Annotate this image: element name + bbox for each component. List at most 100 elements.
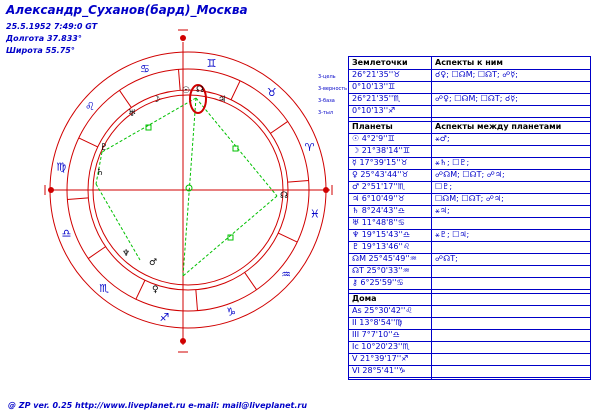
cell-right: ⚹♄; ☐♇;: [435, 158, 470, 167]
cell-left: Планеты: [352, 122, 393, 131]
planet-glyph: ☉: [182, 86, 190, 96]
sign-boundary: [135, 280, 146, 300]
side-label-4: 3-тыл: [318, 110, 334, 116]
section-header: Планеты Аспекты между планетами: [349, 121, 590, 133]
axis-left-marker-icon: [48, 187, 54, 193]
cell-left: 0°10'13''♐: [352, 106, 396, 115]
sign-boundary: [244, 272, 257, 291]
sign-boundary: [87, 246, 106, 259]
side-label-2: 3-верность: [318, 86, 348, 92]
planet-glyph: ♀: [152, 285, 159, 295]
cell-right: ⚹♃;: [435, 206, 450, 215]
column-divider: [431, 57, 432, 379]
table-divider: [349, 377, 590, 378]
table-row: ☿ 17°39'15''♉ ⚹♄; ☐♇;: [349, 157, 590, 169]
cell-right: ☐♇;: [435, 182, 453, 191]
cell-left: ♀ 25°43'44''♉: [352, 170, 409, 179]
cell-right: ☍☊M; ☐☊T; ☍♃;: [435, 170, 505, 179]
zodiac-sign-glyph: ♓: [310, 208, 320, 221]
sign-boundary: [195, 289, 198, 311]
cell-left: ♇ 19°13'46''♌: [352, 242, 411, 251]
cell-left: Дома: [352, 294, 377, 303]
table-row: 0°10'13''♊: [349, 81, 590, 93]
side-label-3: 3-база: [318, 98, 335, 104]
sign-boundary: [178, 69, 181, 91]
cell-left: VI 28°5'41''♑: [352, 366, 406, 375]
cell-left: ☿ 17°39'15''♉: [352, 158, 408, 167]
cell-left: 0°10'13''♊: [352, 82, 396, 91]
section-header: Землеточки Аспекты к ним: [349, 57, 590, 69]
table-row: 26°21'35''♉ ☌♀; ☐☊M; ☐☊T; ☍☿;: [349, 69, 590, 81]
table-row: VI 28°5'41''♑: [349, 365, 590, 377]
cell-right: Аспекты к ним: [435, 58, 503, 67]
cell-right: ⚹♂;: [435, 134, 450, 143]
zodiac-sign-glyph: ♎: [61, 227, 71, 240]
zodiac-sign-glyph: ♑: [226, 306, 236, 319]
cell-right: ☌♀; ☐☊M; ☐☊T; ☍☿;: [435, 70, 518, 79]
sign-boundary: [287, 180, 309, 183]
cell-left: Ic 10°20'23''♏: [352, 342, 410, 351]
table-row: III 7°7'10''♎: [349, 329, 590, 341]
cell-left: ♅ 11°48'8''♋: [352, 218, 405, 227]
cell-right: ☍♀; ☐☊M; ☐☊T; ☌☿;: [435, 94, 518, 103]
table-row: V 21°39'17''♐: [349, 353, 590, 365]
table-row: ♆ 19°15'43''♎ ⚹♇; ☐♃;: [349, 229, 590, 241]
zodiac-sign-glyph: ♋: [140, 62, 150, 75]
cell-left: ☽ 21°38'14''♊: [352, 146, 411, 155]
table-divider: [349, 117, 590, 118]
cell-right: ☐☊M; ☐☊T; ☍♃;: [435, 194, 504, 203]
cell-left: As 25°30'42''♌: [352, 306, 413, 315]
cell-right: Аспекты между планетами: [435, 122, 562, 131]
cell-left: ♃ 6°10'49''♉: [352, 194, 405, 203]
planet-glyph: ☽: [152, 95, 160, 105]
cell-left: ⚷ 6°25'59''♋: [352, 278, 404, 287]
cell-left: 26°21'35''♉: [352, 70, 401, 79]
axis-top-marker-icon: [180, 35, 186, 41]
zodiac-sign-glyph: ♊: [207, 57, 217, 70]
table-row: ♀ 25°43'44''♉ ☍☊M; ☐☊T; ☍♃;: [349, 169, 590, 181]
cell-left: ♄ 8°24'43''♎: [352, 206, 405, 215]
zodiac-sign-glyph: ♌: [85, 100, 95, 113]
table-row: ♂ 2°51'17''♏ ☐♇;: [349, 181, 590, 193]
sign-boundary: [119, 89, 132, 108]
sign-boundary: [230, 80, 241, 100]
section-header: Дома: [349, 293, 590, 305]
sign-boundary: [67, 197, 89, 200]
sign-boundary: [270, 121, 289, 134]
cell-left: ☉ 4°2'9''♊: [352, 134, 395, 143]
natal-chart-wheel: ♈ ♉ ♊ ♋ ♌ ♍ ♎ ♏ ♐ ♑ ♒ ♓ ☉ ☊ ♃ ☽ ♅ ♇ ♄ ♆ ♂ ☊ ♀: [44, 29, 333, 353]
planet-glyph: ♆: [122, 249, 130, 259]
planet-glyph: ♄: [96, 168, 104, 178]
sign-boundary: [78, 137, 98, 148]
cell-left: 26°21'35''♏: [352, 94, 401, 103]
cell-left: ♆ 19°15'43''♎: [352, 230, 411, 239]
table-row: ♅ 11°48'8''♋: [349, 217, 590, 229]
planet-glyph: ♃: [218, 95, 226, 105]
table-row: ♄ 8°24'43''♎ ⚹♃;: [349, 205, 590, 217]
table-row: 0°10'13''♐: [349, 105, 590, 117]
planet-glyph: ♅: [128, 109, 136, 119]
cell-right: ⚹♇; ☐♃;: [435, 230, 470, 239]
aspect-markers: [145, 124, 239, 241]
zodiac-sign-glyph: ♉: [267, 86, 277, 99]
cell-left: ☊M 25°45'49''♒: [352, 254, 417, 263]
table-row: ♇ 19°13'46''♌: [349, 241, 590, 253]
cell-left: Землеточки: [352, 58, 408, 67]
table-row: 26°21'35''♏ ☍♀; ☐☊M; ☐☊T; ☌☿;: [349, 93, 590, 105]
sign-boundary: [278, 232, 298, 243]
cell-left: ☊T 25°0'33''♒: [352, 266, 410, 275]
table-row: II 13°8'54''♍: [349, 317, 590, 329]
zodiac-sign-glyph: ♏: [99, 282, 109, 295]
side-label-1: 3-цель: [318, 74, 336, 80]
zodiac-sign-glyph: ♍: [56, 160, 66, 173]
planet-glyph: ♂: [149, 258, 157, 268]
table-row: ☉ 4°2'9''♊ ⚹♂;: [349, 133, 590, 145]
zodiac-sign-glyph: ♐: [160, 311, 170, 324]
cell-left: II 13°8'54''♍: [352, 318, 403, 327]
cell-left: V 21°39'17''♐: [352, 354, 409, 363]
axis-bottom-marker-icon: [180, 338, 186, 344]
table-row: ♃ 6°10'49''♉ ☐☊M; ☐☊T; ☍♃;: [349, 193, 590, 205]
zodiac-sign-glyph: ♈: [305, 141, 315, 154]
table-row: ⚷ 6°25'59''♋: [349, 277, 590, 289]
table-row: Ic 10°20'23''♏: [349, 341, 590, 353]
